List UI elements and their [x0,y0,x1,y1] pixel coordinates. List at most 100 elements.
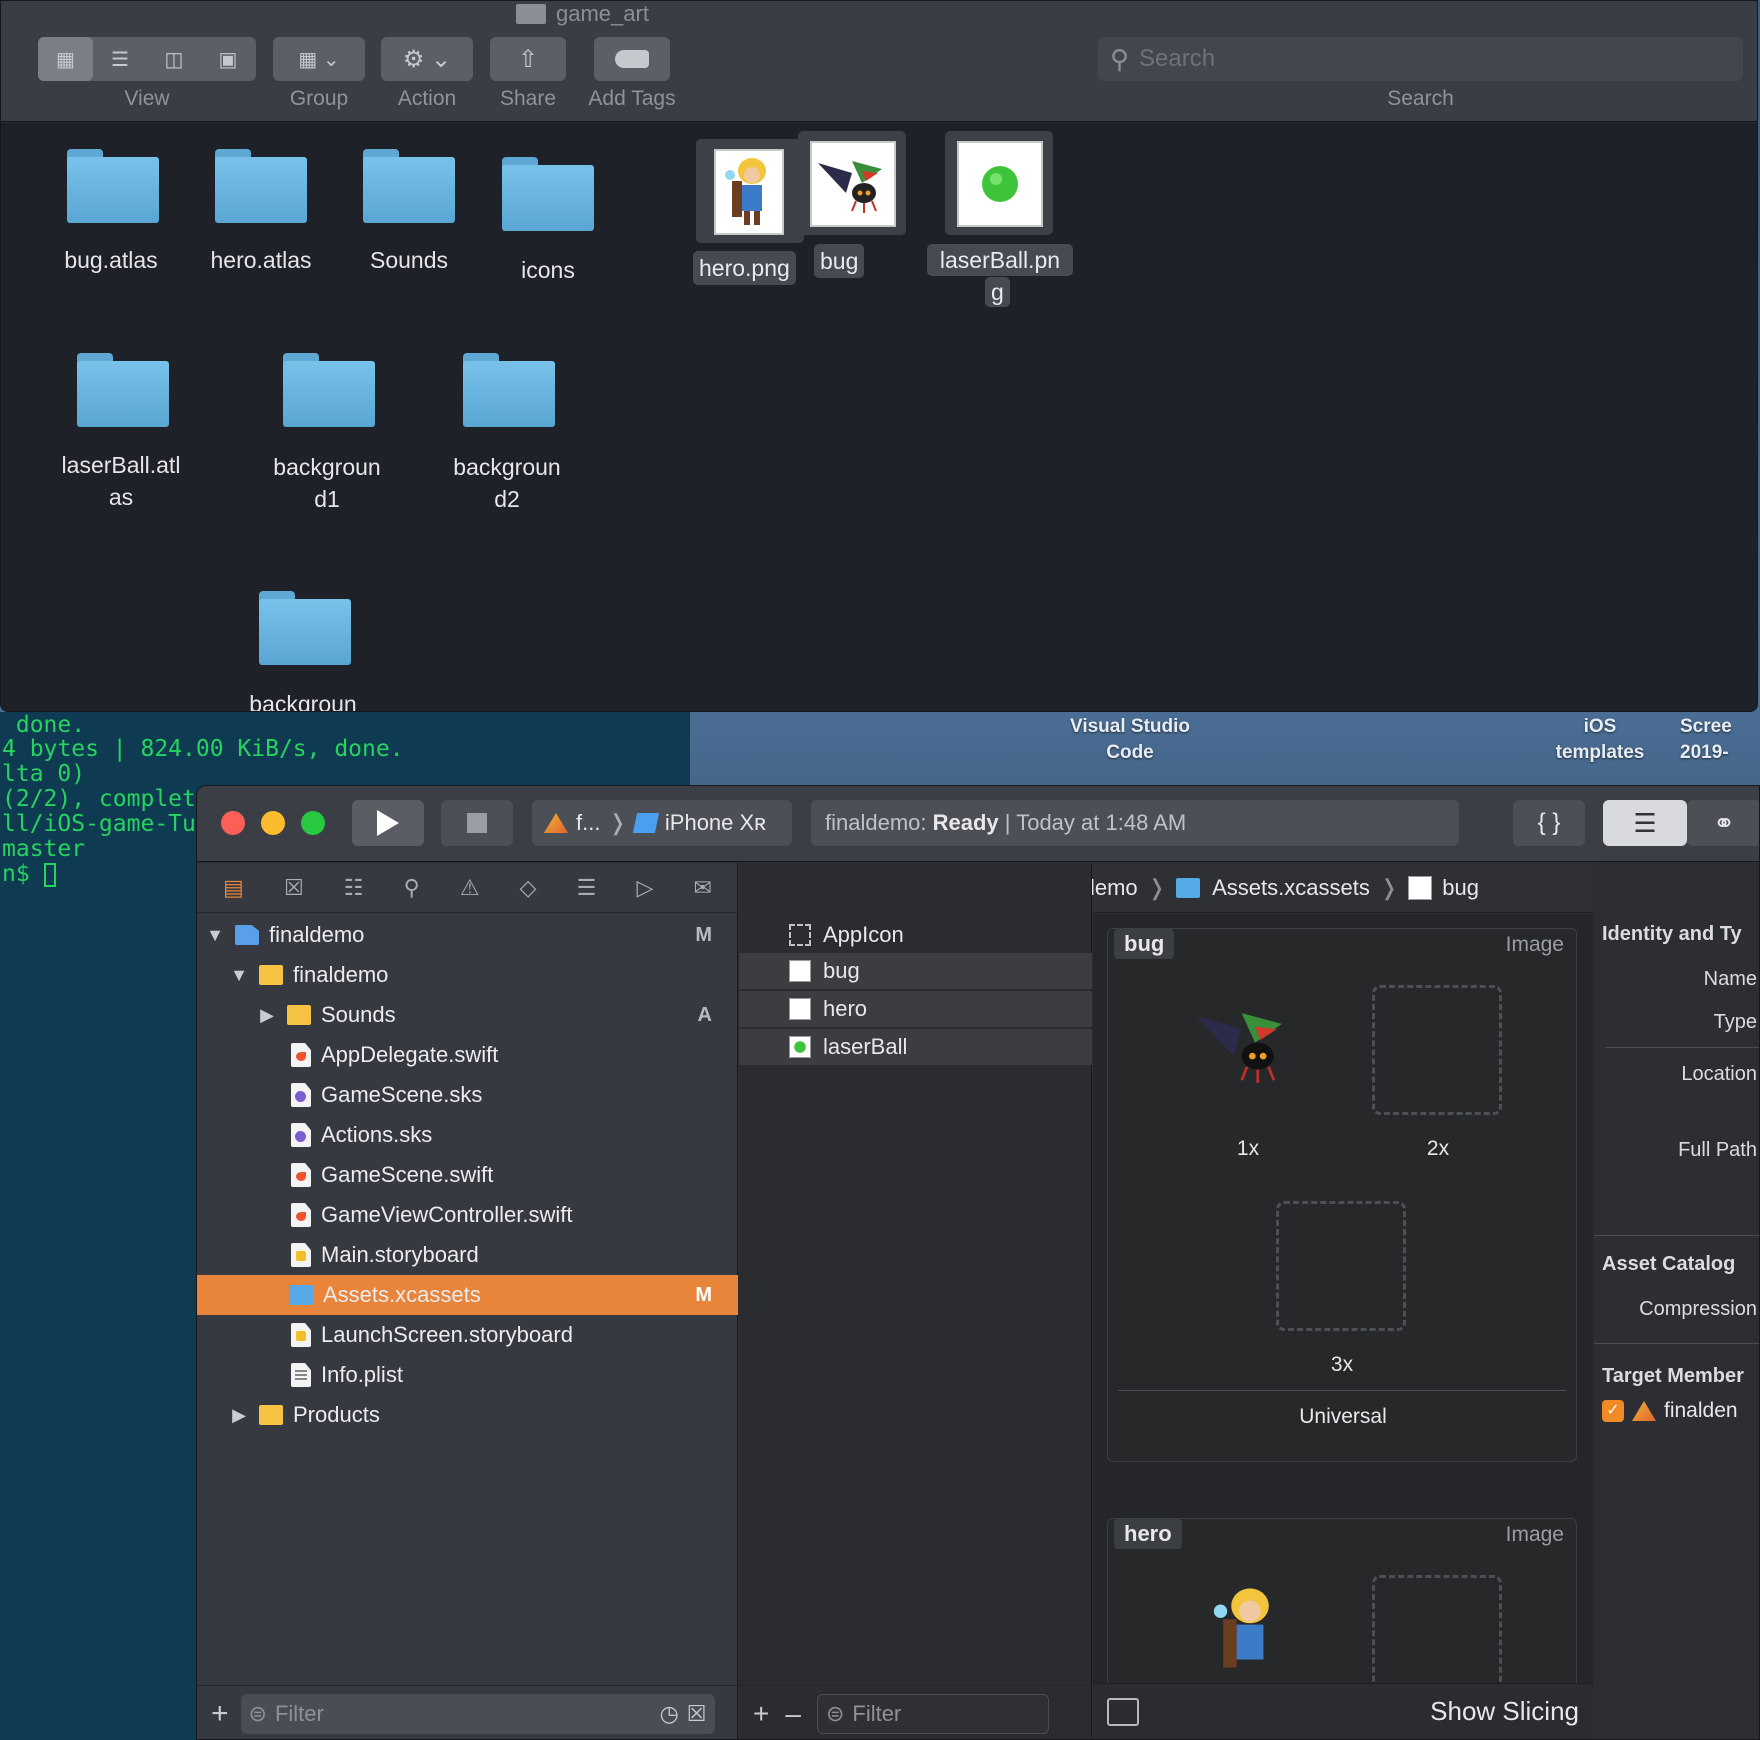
chevron-right-icon: ❭ [608,810,627,835]
hide-list-icon[interactable] [1107,1697,1139,1726]
folder-icon[interactable] [502,157,594,231]
folder-icon[interactable] [67,149,159,223]
add-icon[interactable]: + [753,1698,769,1730]
nav-row[interactable]: ▼ finaldemo M [197,915,738,955]
disclosure-down-icon[interactable]: ▼ [205,925,225,946]
file-label[interactable]: backgroun d2 [431,451,583,515]
breakpoint-icon[interactable]: ▷ [636,875,653,901]
asset-row[interactable]: laserBall [739,1029,1092,1065]
debug-icon[interactable]: ☰ [577,875,597,901]
image-thumbnail[interactable] [945,131,1053,235]
search-icon: ⚲ [1110,43,1130,74]
image-set-bug[interactable]: bug Image 1x 2x 3x Universal [1107,928,1577,1462]
search-icon[interactable]: ⚲ [404,875,420,901]
folder-icon[interactable] [283,353,375,427]
nav-row[interactable]: AppDelegate.swift [197,1035,738,1075]
action-button[interactable]: ⚙ ⌄ [381,37,473,81]
breadcrumb-item[interactable]: bug [1442,875,1479,901]
file-label[interactable]: bug [814,244,865,278]
nav-row[interactable]: GameViewController.swift [197,1195,738,1235]
disclosure-right-icon[interactable]: ▶ [229,1405,249,1426]
file-label[interactable]: backgroun [227,688,379,711]
target-membership-row[interactable]: ✓ finalden [1602,1399,1738,1423]
list-view-button[interactable]: ☰ [93,37,147,81]
add-tags-button[interactable] [594,37,670,81]
close-button[interactable] [221,811,245,835]
nav-row[interactable]: LaunchScreen.storyboard [197,1315,738,1355]
file-label[interactable]: Sounds [339,244,479,276]
image-slot-2x[interactable] [1372,1575,1502,1685]
desktop-item-screenshot[interactable]: Scree 2019- [1680,714,1760,766]
recent-files-icon[interactable]: ◷ [660,1701,679,1727]
column-view-button[interactable]: ◫ [147,37,201,81]
add-icon[interactable]: + [211,1697,229,1731]
folder-icon[interactable]: ▤ [223,875,244,901]
view-segmented-control[interactable]: ▦ ☰ ◫ ▣ [38,37,256,81]
navigator-filter-input[interactable]: ⊜ Filter ◷ ☒ [240,1693,715,1734]
show-slicing-button[interactable]: Show Slicing [1430,1696,1579,1727]
file-label[interactable]: bug.atlas [41,244,181,276]
image-slot-3x[interactable] [1276,1201,1406,1331]
search-input[interactable]: ⚲ Search [1098,37,1743,81]
standard-editor-button[interactable]: ☰ [1603,800,1687,846]
image-set-hero[interactable]: hero Image [1107,1518,1577,1685]
nav-row[interactable]: ▶ Sounds A [197,995,738,1035]
file-label[interactable]: icons [478,254,618,286]
file-label[interactable]: hero.atlas [191,244,331,276]
nav-row[interactable]: GameScene.swift [197,1155,738,1195]
warning-icon[interactable]: ⚠ [460,875,480,901]
zoom-button[interactable] [301,811,325,835]
assistant-editor-button[interactable]: ⚭ [1687,800,1759,846]
hero-sprite-icon[interactable] [1198,1579,1294,1685]
folder-icon[interactable] [463,353,555,427]
minimize-button[interactable] [261,811,285,835]
file-label[interactable]: laserBall.pn [927,244,1073,276]
scheme-selector[interactable]: f... ❭ iPhone Xʀ [532,800,792,846]
nav-row[interactable]: Actions.sks [197,1115,738,1155]
run-button[interactable] [352,800,424,846]
nav-row-selected[interactable]: Assets.xcassets M [197,1275,738,1315]
inspector-label: Full Path [1678,1139,1757,1161]
gallery-view-button[interactable]: ▣ [201,37,255,81]
folder-icon[interactable] [215,149,307,223]
desktop-item-vscode[interactable]: Visual Studio Code [1040,714,1220,766]
nav-row[interactable]: GameScene.sks [197,1075,738,1115]
image-slot-2x[interactable] [1372,985,1502,1115]
icon-view-button[interactable]: ▦ [38,37,93,81]
desktop-item-ios-templates[interactable]: iOS templates [1520,714,1680,766]
disclosure-down-icon[interactable]: ▼ [229,965,249,986]
test-icon[interactable]: ◇ [520,875,537,901]
symbol-icon[interactable]: ☷ [344,875,364,901]
share-button[interactable]: ⇧ [490,37,566,81]
file-label-line: d1 [314,486,340,512]
checkbox-checked[interactable]: ✓ [1602,1400,1624,1422]
file-label[interactable]: hero.png [693,251,796,285]
folder-icon[interactable] [363,149,455,223]
image-thumbnail[interactable] [696,139,804,243]
report-icon[interactable]: ✉ [694,875,712,901]
library-button[interactable]: { } [1513,800,1585,846]
bug-sprite-icon[interactable] [1188,989,1298,1104]
asset-row[interactable]: AppIcon [739,917,1092,953]
sks-file-icon [291,1083,311,1107]
asset-row[interactable]: hero [739,991,1092,1027]
asset-row[interactable]: bug [739,953,1092,989]
nav-row[interactable]: ▶ Products [197,1395,738,1435]
disclosure-right-icon[interactable]: ▶ [257,1005,277,1026]
remove-icon[interactable]: – [785,1698,801,1730]
folder-icon[interactable] [259,591,351,665]
file-label[interactable]: laserBall.atl as [45,449,197,513]
asset-filter-input[interactable]: ⊜ Filter [816,1693,1049,1734]
bug-image-icon [789,960,811,982]
source-control-icon[interactable]: ☒ [284,875,304,901]
nav-row[interactable]: ▼ finaldemo [197,955,738,995]
breadcrumb-item[interactable]: Assets.xcassets [1212,875,1370,901]
scm-filter-icon[interactable]: ☒ [687,1701,707,1727]
image-thumbnail[interactable] [798,131,906,235]
folder-icon[interactable] [77,353,169,427]
nav-row[interactable]: Info.plist [197,1355,738,1395]
group-button[interactable]: ▦ ⌄ [273,37,365,81]
stop-button[interactable] [441,800,513,846]
file-label[interactable]: backgroun d1 [251,451,403,515]
nav-row[interactable]: Main.storyboard [197,1235,738,1275]
